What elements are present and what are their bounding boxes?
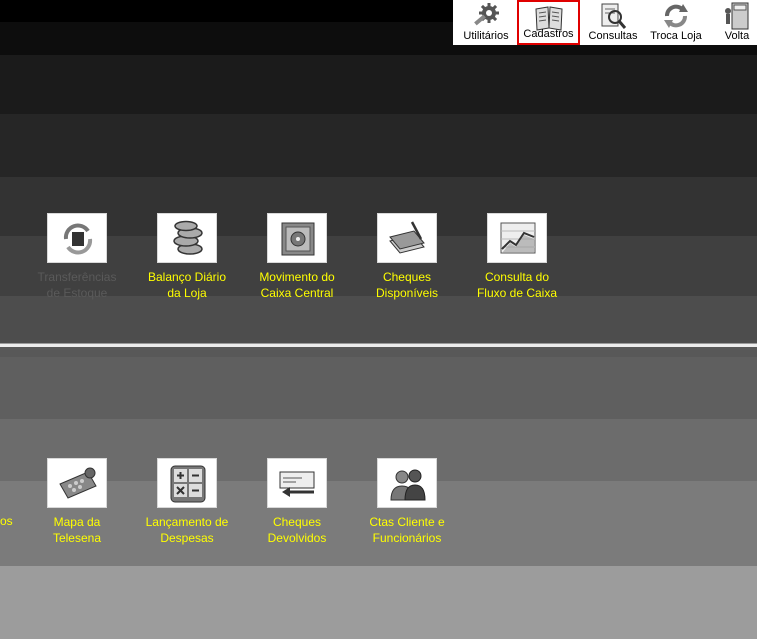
cadastros-label: Cadastros <box>523 28 574 40</box>
chart-icon <box>500 222 536 254</box>
tile-caption: Balanço Diário da Loja <box>147 270 227 300</box>
tile-lancamento-despesas[interactable]: Lançamento de Despesas <box>132 458 242 548</box>
tile-icon-box <box>267 458 327 508</box>
tile-caption: Consulta do Fluxo de Caixa <box>476 270 558 300</box>
tile-mapa-telesena[interactable]: Mapa da Telesena <box>22 458 132 548</box>
bg-band <box>0 566 757 639</box>
utilitarios-button[interactable]: Utilitários <box>457 0 515 45</box>
tile-movimento-caixa-central[interactable]: Movimento do Caixa Central <box>242 213 352 303</box>
tile-caption: Lançamento de Despesas <box>145 515 229 545</box>
tile-consulta-fluxo-caixa[interactable]: Consulta do Fluxo de Caixa <box>462 213 572 303</box>
tile-caption: Transferências de Estoque <box>37 270 117 300</box>
returned-check-icon <box>279 471 315 497</box>
tile-icon-box <box>377 213 437 263</box>
tile-caption: Ctas Cliente e Funcionários <box>369 515 445 545</box>
bg-band <box>0 55 757 114</box>
tile-cheques-disponiveis[interactable]: Cheques Disponíveis <box>352 213 462 303</box>
bg-band <box>0 347 757 357</box>
tile-ctas-cliente-funcionarios[interactable]: Ctas Cliente e Funcionários <box>352 458 462 548</box>
tile-caption: Cheques Devolvidos <box>267 515 327 545</box>
safe-icon <box>281 222 315 256</box>
bg-band <box>0 357 757 419</box>
cadastros-button[interactable]: Cadastros <box>517 0 580 45</box>
tile-icon-box <box>47 213 107 263</box>
troca-loja-button[interactable]: Troca Loja <box>646 0 706 45</box>
consultas-button[interactable]: Consultas <box>584 0 642 45</box>
tile-caption: Cheques Disponíveis <box>375 270 439 300</box>
calculator-icon <box>170 465 206 503</box>
tile-cheques-devolvidos[interactable]: Cheques Devolvidos <box>242 458 352 548</box>
coins-icon <box>173 220 203 255</box>
tile-balanco-diario[interactable]: Balanço Diário da Loja <box>132 213 242 303</box>
consultas-label: Consultas <box>588 30 638 42</box>
tile-icon-box <box>267 213 327 263</box>
exit-door-icon <box>725 2 749 30</box>
tile-caption: Mapa da Telesena <box>52 515 102 545</box>
partial-tile-caption[interactable]: os <box>0 514 13 528</box>
tile-caption: Movimento do Caixa Central <box>259 270 335 300</box>
tile-icon-box <box>487 213 547 263</box>
tile-icon-box <box>377 458 437 508</box>
checkbook-icon <box>389 221 425 254</box>
main-toolbar: Utilitários Cadastros Consultas Troca Lo… <box>453 0 757 45</box>
bg-band <box>0 114 757 177</box>
volta-button[interactable]: Volta <box>713 0 757 45</box>
gear-icon <box>474 3 499 26</box>
swap-arrows-icon <box>664 4 688 28</box>
utilitarios-label: Utilitários <box>463 30 509 42</box>
magnifier-icon <box>601 3 627 29</box>
people-icon <box>390 469 426 501</box>
volta-label: Volta <box>724 30 750 42</box>
tile-icon-box <box>47 458 107 508</box>
transfer-icon <box>63 223 93 255</box>
troca-loja-label: Troca Loja <box>650 30 702 42</box>
bg-band <box>0 296 757 343</box>
tile-icon-box <box>157 213 217 263</box>
tile-transferencias-estoque[interactable]: Transferências de Estoque <box>22 213 132 303</box>
tile-icon-box <box>157 458 217 508</box>
ticket-icon <box>59 467 97 499</box>
